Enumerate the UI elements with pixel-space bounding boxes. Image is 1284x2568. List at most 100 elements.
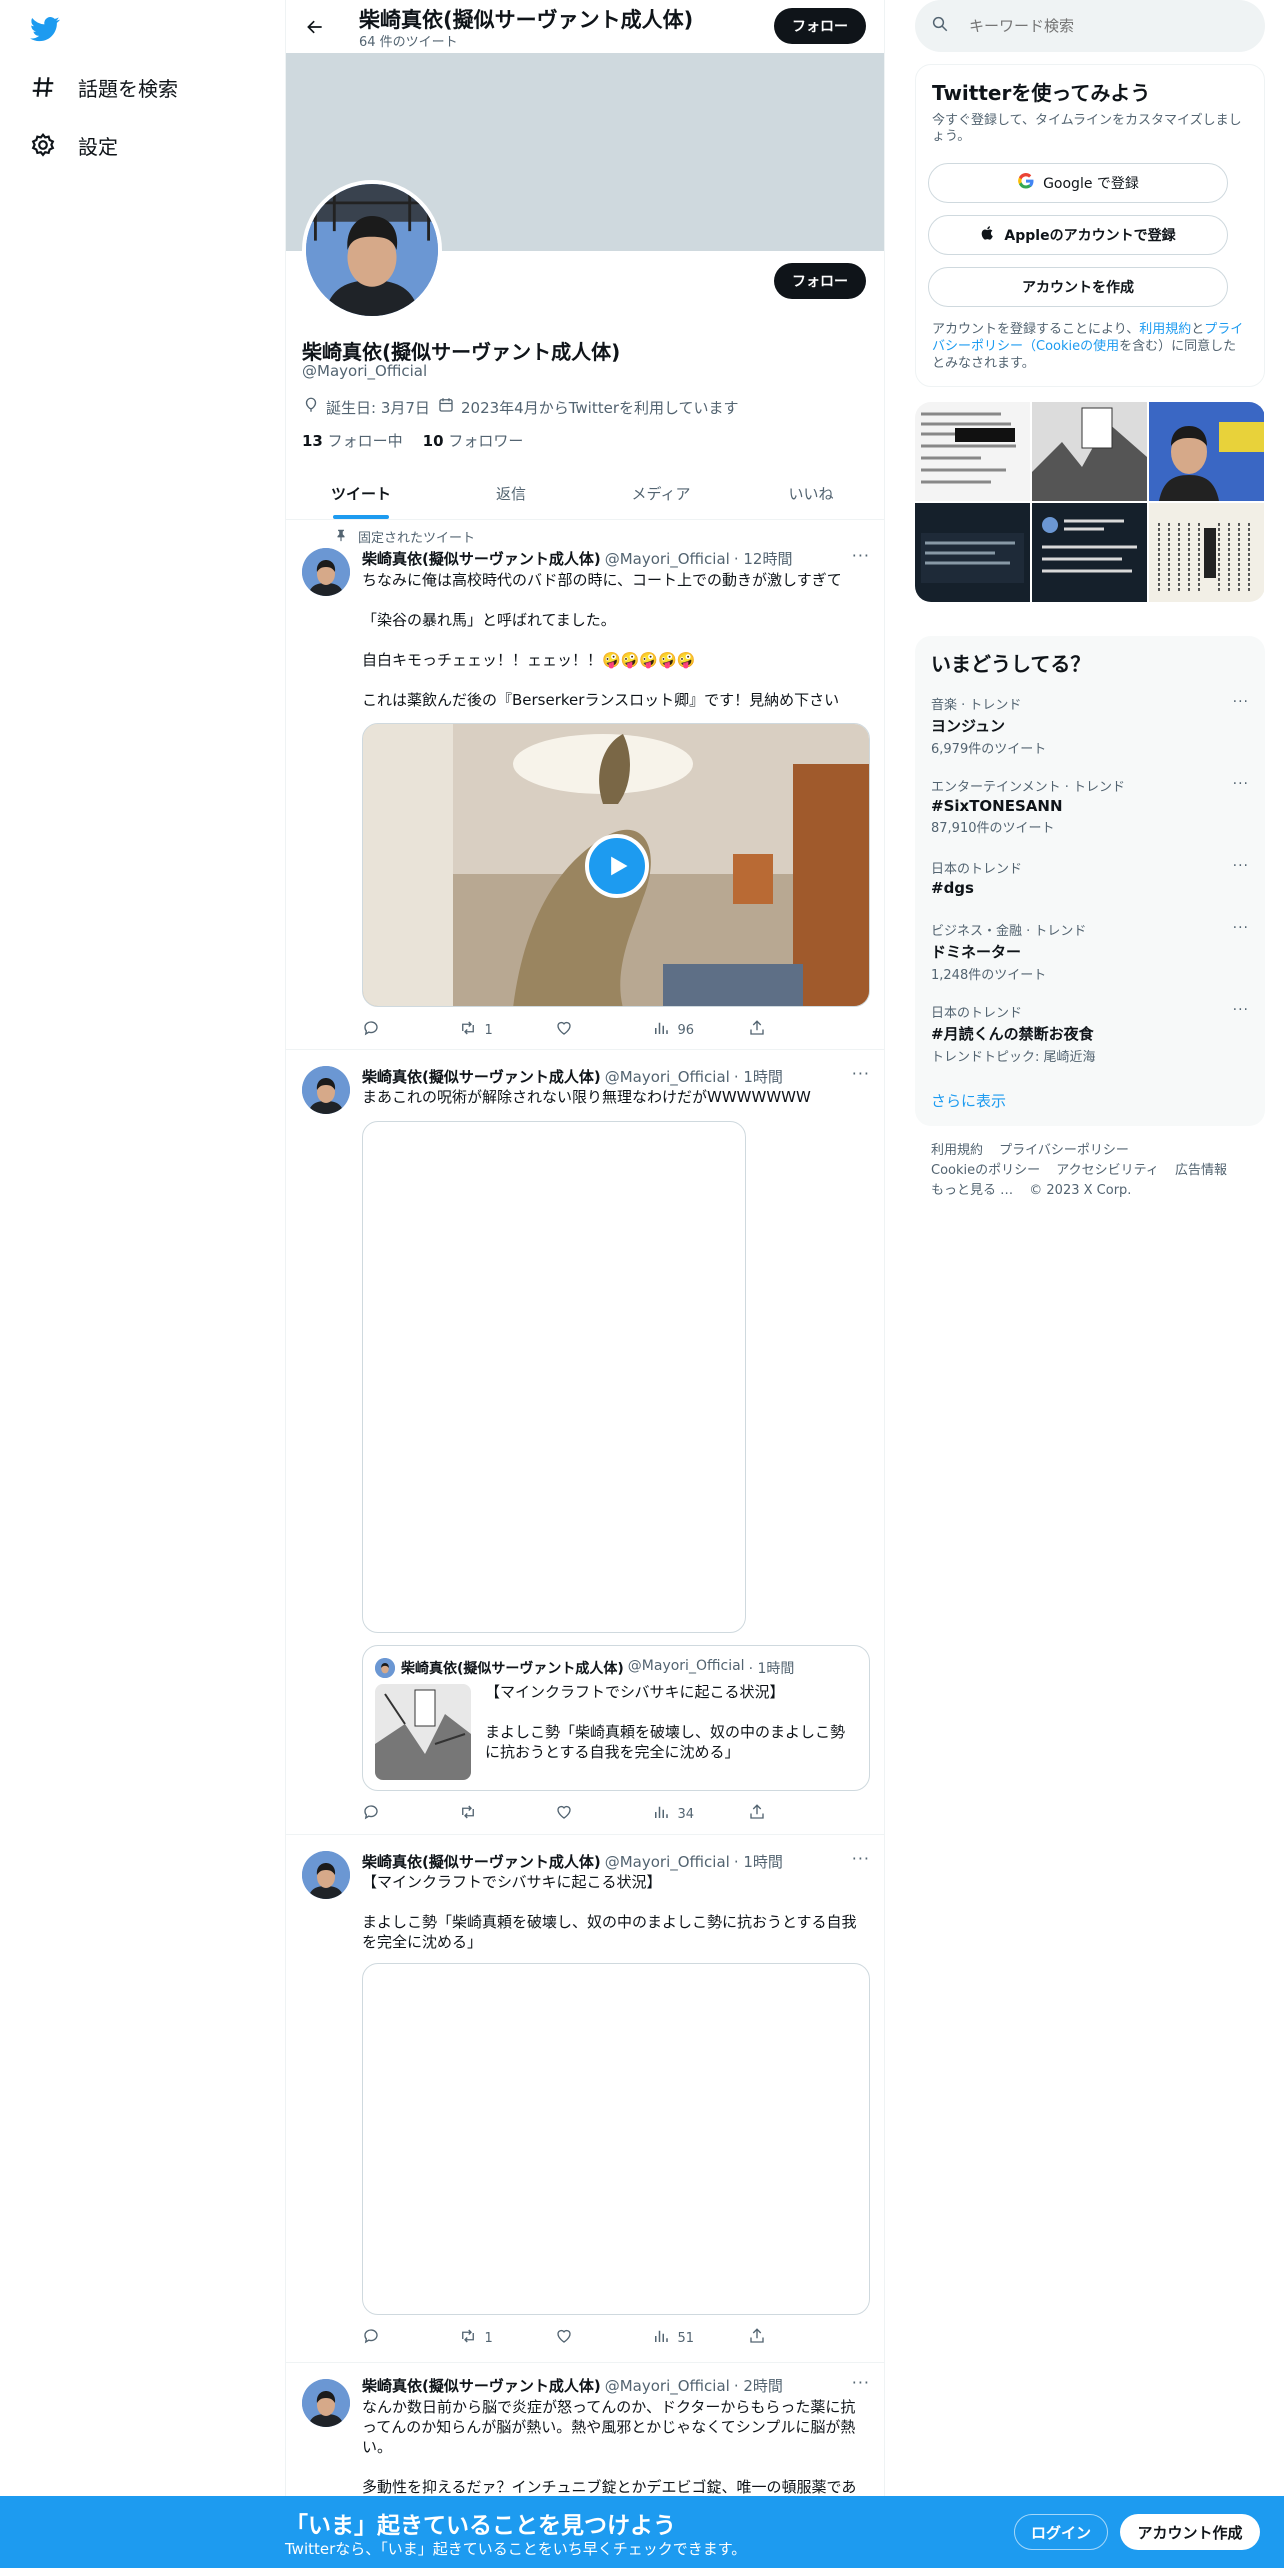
twitter-logo-icon[interactable] [28, 14, 62, 44]
retweet-button[interactable] [459, 1803, 503, 1825]
tweet-time[interactable]: · 1時間 [734, 1066, 783, 1087]
reply-button[interactable] [362, 1803, 406, 1825]
tab-likes[interactable]: いいね [736, 467, 884, 519]
login-button[interactable]: ログイン [1014, 2514, 1108, 2550]
tweet-item[interactable]: 柴崎真依(擬似サーヴァント成人体) @Mayori_Official · 12時… [286, 520, 884, 1050]
tweet-author-name[interactable]: 柴崎真依(擬似サーヴァント成人体) [362, 2375, 601, 2396]
bottom-signup-bar: 「いま」起きていることを見つけよう Twitterなら、「いま」起きていることを… [0, 2496, 1284, 2568]
followers-link[interactable]: 10 フォロワー [423, 430, 524, 451]
media-thumbnail[interactable] [1032, 402, 1147, 501]
heart-icon [555, 2327, 573, 2349]
left-nav: 話題を検索 設定 [0, 0, 286, 2568]
views-button[interactable]: 34 [652, 1803, 696, 1825]
play-button-icon[interactable] [585, 834, 649, 898]
tweet-avatar[interactable] [302, 1851, 350, 1899]
tweet-author-handle[interactable]: @Mayori_Official [605, 550, 730, 568]
trend-item[interactable]: 音楽 · トレンド ヨンジュン 6,979件のツイート ··· [931, 694, 1249, 757]
quoted-avatar [375, 1658, 395, 1678]
nav-item-explore[interactable]: 話題を検索 [28, 67, 178, 107]
media-thumbnail[interactable] [915, 402, 1030, 501]
tweet-time[interactable]: · 2時間 [734, 2375, 783, 2396]
share-button[interactable] [748, 1803, 792, 1825]
footer-link[interactable]: Cookieのポリシー [931, 1163, 1040, 1178]
trend-more-icon[interactable]: ··· [1233, 858, 1249, 874]
tweet-author-name[interactable]: 柴崎真依(擬似サーヴァント成人体) [362, 548, 601, 569]
tweet-author-name[interactable]: 柴崎真依(擬似サーヴァント成人体) [362, 1851, 601, 1872]
trend-item[interactable]: ビジネス・金融 · トレンド ドミネーター 1,248件のツイート ··· [931, 920, 1249, 983]
profile-avatar[interactable] [302, 180, 442, 320]
tweet-item[interactable]: 柴崎真依(擬似サーヴァント成人体) @Mayori_Official · 1時間… [286, 1050, 884, 1835]
signup-button[interactable]: アカウント作成 [1120, 2514, 1260, 2550]
trend-more-icon[interactable]: ··· [1233, 920, 1249, 936]
tab-replies[interactable]: 返信 [436, 467, 586, 519]
tweet-item[interactable]: 柴崎真依(擬似サーヴァント成人体) @Mayori_Official · 1時間… [286, 1835, 884, 2363]
search-bar[interactable] [915, 0, 1265, 52]
share-button[interactable] [748, 2327, 792, 2349]
trend-more-icon[interactable]: ··· [1233, 694, 1249, 710]
following-link[interactable]: 13 フォロー中 [302, 430, 403, 451]
more-options-icon[interactable]: ··· [852, 1064, 870, 1083]
terms-link[interactable]: 利用規約 [1139, 322, 1191, 337]
tweet-video[interactable] [362, 723, 870, 1007]
trend-more-icon[interactable]: ··· [1233, 1002, 1249, 1018]
tweet-author-name[interactable]: 柴崎真依(擬似サーヴァント成人体) [362, 1066, 601, 1087]
tweet-avatar[interactable] [302, 548, 350, 596]
footer-link[interactable]: 広告情報 [1175, 1163, 1227, 1178]
quoted-tweet[interactable]: 柴崎真依(擬似サーヴァント成人体) @Mayori_Official · 1時間… [362, 1645, 870, 1791]
trend-item[interactable]: 日本のトレンド #月読くんの禁断お夜食 トレンドトピック: 尾崎近海 ··· [931, 1002, 1249, 1065]
apple-icon [980, 224, 996, 246]
share-button[interactable] [748, 1019, 792, 1041]
footer-link[interactable]: 利用規約 [931, 1143, 983, 1158]
tweet-time[interactable]: · 1時間 [734, 1851, 783, 1872]
footer-link[interactable]: プライバシーポリシー [999, 1143, 1129, 1158]
profile-follow-button[interactable]: フォロー [774, 263, 866, 299]
trend-more-icon[interactable]: ··· [1233, 776, 1249, 792]
trend-item[interactable]: エンターテインメント · トレンド #SixTONESANN 87,910件のツ… [931, 776, 1249, 836]
create-account-button[interactable]: アカウントを作成 [928, 267, 1228, 307]
media-thumbnail[interactable] [1149, 503, 1264, 602]
apple-signup-button[interactable]: Appleのアカウントで登録 [928, 215, 1228, 255]
trend-count: 1,248件のツイート [931, 968, 1047, 983]
bar-chart-icon [652, 1803, 670, 1825]
like-button[interactable] [555, 1019, 599, 1041]
google-signup-button[interactable]: Google で登録 [928, 163, 1228, 203]
tweet-image-placeholder[interactable] [362, 1121, 746, 1633]
like-button[interactable] [555, 2327, 599, 2349]
search-input[interactable] [969, 17, 1219, 35]
views-button[interactable]: 96 [652, 1019, 696, 1041]
media-thumbnail[interactable] [915, 503, 1030, 602]
trend-category: ビジネス・金融 · トレンド [931, 924, 1087, 939]
tab-media[interactable]: メディア [586, 467, 736, 519]
retweet-icon [459, 1019, 477, 1041]
footer-more-link[interactable]: もっと見る … [931, 1183, 1013, 1198]
media-thumbnail[interactable] [1149, 402, 1264, 501]
tweet-time[interactable]: · 12時間 [734, 548, 793, 569]
tweet-author-handle[interactable]: @Mayori_Official [605, 1853, 730, 1871]
trend-item[interactable]: 日本のトレンド #dgs ··· [931, 858, 1249, 897]
tab-tweets[interactable]: ツイート [286, 467, 436, 519]
reply-icon [362, 1803, 380, 1825]
tweet-author-handle[interactable]: @Mayori_Official [605, 1068, 730, 1086]
reply-button[interactable] [362, 2327, 406, 2349]
tweet-avatar[interactable] [302, 2379, 350, 2427]
share-icon [748, 1803, 766, 1825]
more-options-icon[interactable]: ··· [852, 2373, 870, 2392]
tweet-avatar[interactable] [302, 1066, 350, 1114]
footer-link[interactable]: アクセシビリティ [1056, 1163, 1159, 1178]
reply-button[interactable] [362, 1019, 406, 1041]
retweet-button[interactable]: 1 [459, 2327, 503, 2349]
back-arrow-icon[interactable] [300, 12, 330, 42]
following-label: フォロー中 [327, 432, 403, 450]
trends-title: いまどうしてる？ [931, 652, 1091, 676]
retweet-button[interactable]: 1 [459, 1019, 503, 1041]
media-thumbnail[interactable] [1032, 503, 1147, 602]
more-options-icon[interactable]: ··· [852, 546, 870, 565]
tweet-image-placeholder[interactable] [362, 1963, 870, 2315]
show-more-link[interactable]: さらに表示 [931, 1090, 1249, 1111]
nav-item-settings[interactable]: 設定 [28, 125, 118, 165]
more-options-icon[interactable]: ··· [852, 1849, 870, 1868]
header-follow-button[interactable]: フォロー [774, 8, 866, 44]
views-button[interactable]: 51 [652, 2327, 696, 2349]
tweet-author-handle[interactable]: @Mayori_Official [605, 2377, 730, 2395]
like-button[interactable] [555, 1803, 599, 1825]
